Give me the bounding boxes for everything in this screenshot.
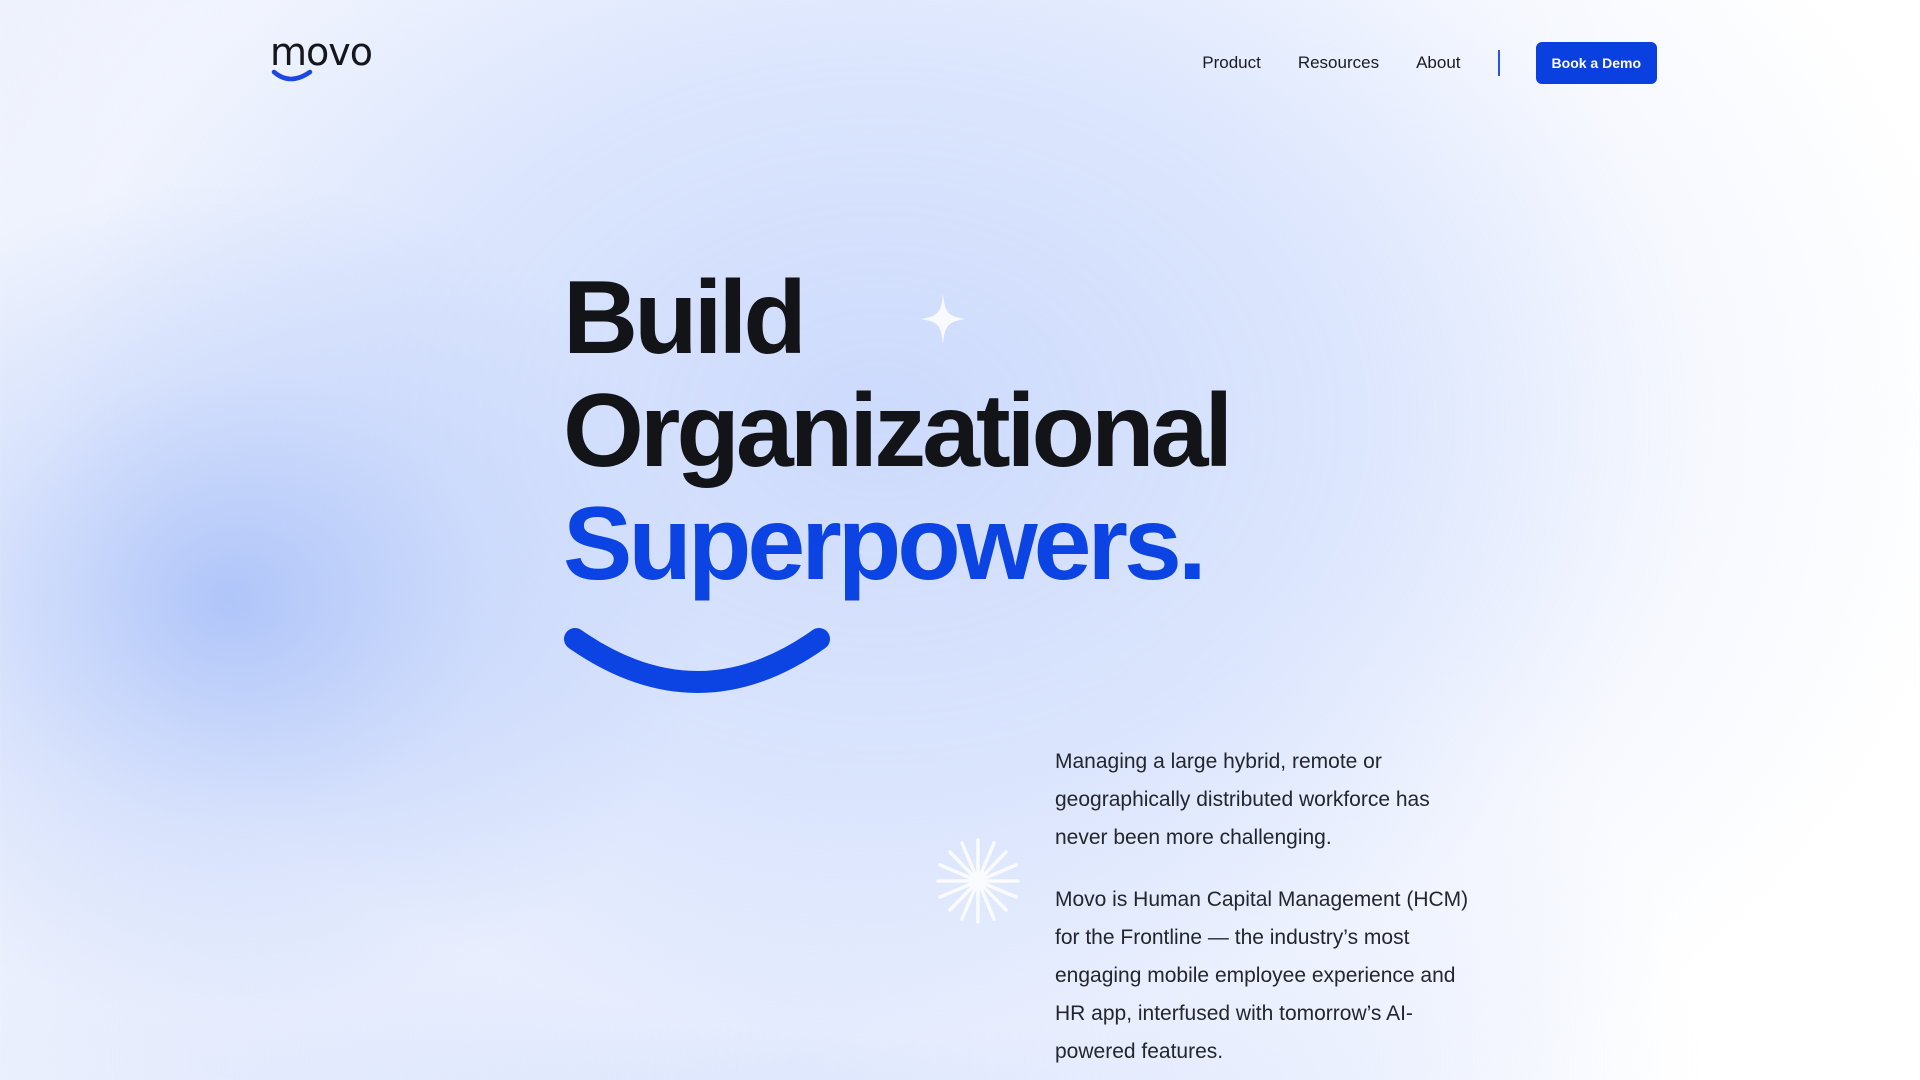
hero-headline: Build Organizational Superpowers. xyxy=(563,260,1233,602)
smile-arc-icon xyxy=(564,628,830,693)
movo-logo[interactable]: movo xyxy=(270,30,382,86)
hero-line-superpowers: Superpowers. xyxy=(563,486,1207,602)
book-demo-button[interactable]: Book a Demo xyxy=(1535,42,1657,84)
logo-smile-icon xyxy=(271,69,313,82)
hero-line-build: Build xyxy=(563,260,807,376)
description-paragraph-1: Managing a large hybrid, remote or geogr… xyxy=(1055,750,1430,849)
description-paragraph-2: Movo is Human Capital Management (HCM) f… xyxy=(1055,888,1469,1063)
top-nav: Product Resources About Book a Demo xyxy=(1202,42,1657,84)
nav-item-resources[interactable]: Resources xyxy=(1298,53,1379,73)
four-point-star-icon xyxy=(921,294,965,344)
nav-item-product[interactable]: Product xyxy=(1202,53,1261,73)
starburst-icon xyxy=(936,838,1020,924)
hero-line-organizational: Organizational xyxy=(563,373,1233,489)
nav-divider xyxy=(1497,50,1500,76)
hero-description: Managing a large hybrid, remote or geogr… xyxy=(1055,743,1475,1080)
nav-item-about[interactable]: About xyxy=(1416,53,1460,73)
